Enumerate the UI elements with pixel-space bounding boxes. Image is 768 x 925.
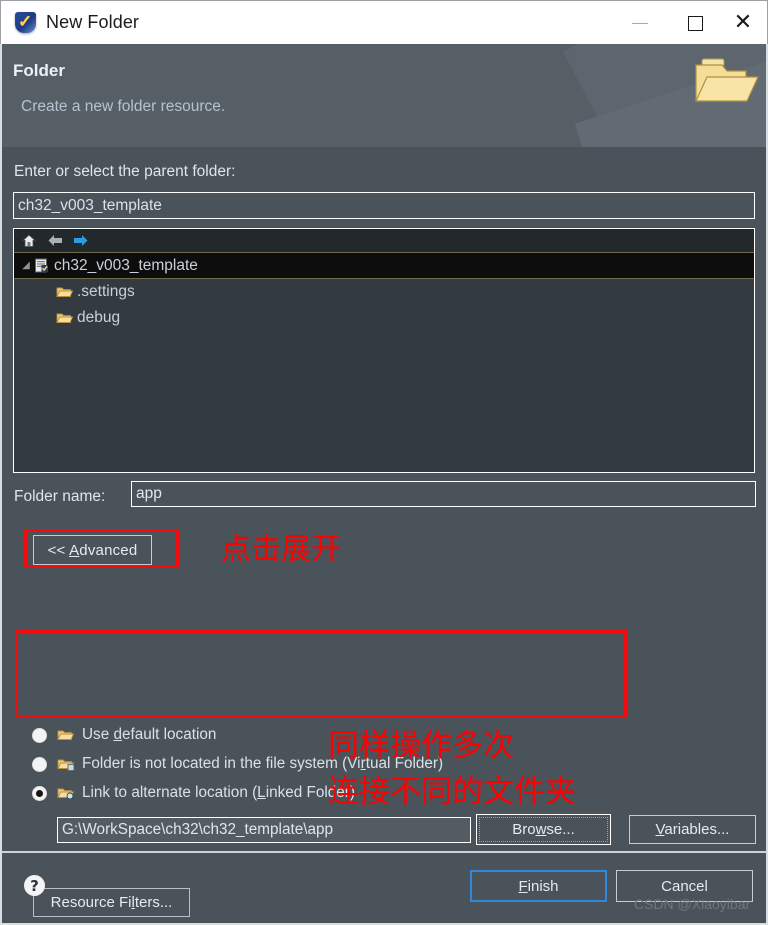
- window-title: New Folder: [46, 12, 140, 32]
- chevron-down-icon[interactable]: ◢: [18, 260, 34, 271]
- link-location-value: G:\WorkSpace\ch32\ch32_template\app: [62, 821, 333, 838]
- browse-button[interactable]: Browse...: [476, 814, 611, 845]
- help-icon[interactable]: ?: [24, 875, 45, 896]
- browse-label-post: se...: [546, 821, 575, 838]
- resource-filters-button[interactable]: Resource Filters...: [33, 888, 190, 917]
- maximize-button[interactable]: [671, 1, 719, 45]
- folder-icon: [57, 730, 75, 740]
- window-controls: ✕: [609, 1, 767, 44]
- folder-name-input[interactable]: app: [131, 481, 756, 507]
- folder-icon: [56, 287, 73, 297]
- tree-item-label: debug: [77, 309, 121, 326]
- cancel-label: Cancel: [661, 877, 708, 895]
- annotation-box-linked-folder: [15, 630, 627, 718]
- option-label-pre: Folder is not located in the file system…: [82, 755, 361, 772]
- variables-label-post: ariables...: [664, 821, 730, 838]
- virtual-folder-icon: [57, 759, 75, 771]
- radio-indicator[interactable]: [32, 727, 47, 743]
- option-label-mnemonic: d: [113, 726, 122, 743]
- annotation-click-expand: 点击展开: [221, 532, 341, 567]
- back-arrow-icon[interactable]: [46, 233, 64, 249]
- resfilters-label-post: ters...: [134, 894, 173, 911]
- open-folder-icon: [695, 58, 759, 102]
- parent-folder-value: ch32_v003_template: [18, 196, 162, 214]
- variables-button[interactable]: Variables...: [629, 815, 756, 844]
- annotation-box-advanced: [24, 529, 179, 568]
- minimize-button[interactable]: [609, 1, 671, 45]
- option-label-pre: Use: [82, 726, 114, 743]
- tree-item-debug[interactable]: debug: [14, 305, 754, 331]
- finish-button[interactable]: Finish: [470, 870, 607, 902]
- tree-item-settings[interactable]: .settings: [14, 279, 754, 305]
- annotation-repeat-operation: 同样操作多次: [328, 728, 514, 764]
- header-title: Folder: [13, 61, 65, 80]
- finish-label-post: inish: [527, 877, 559, 895]
- browse-label-mnemonic: w: [535, 821, 547, 838]
- annotation-link-different-folders: 连接不同的文件夹: [328, 774, 576, 810]
- resfilters-label-pre: Resource Fi: [50, 894, 132, 911]
- footer-separator: [2, 851, 766, 853]
- close-button[interactable]: ✕: [719, 1, 767, 45]
- radio-use-default-location[interactable]: Use default location: [32, 724, 216, 746]
- option-label-post: efault location: [121, 726, 217, 743]
- option-label-mnemonic: L: [257, 784, 266, 801]
- header-subtitle: Create a new folder resource.: [21, 98, 226, 115]
- parent-folder-input[interactable]: ch32_v003_template: [13, 192, 755, 219]
- browse-label-pre: Bro: [512, 821, 536, 838]
- linked-folder-icon: [57, 788, 75, 800]
- folder-tree-panel[interactable]: ◢ ch32_v003_template .settings debug: [13, 228, 755, 473]
- radio-indicator[interactable]: [32, 756, 47, 772]
- option-label-pre: Link to alternate location (: [82, 784, 258, 801]
- new-folder-dialog: ✓ New Folder ✕ Folder Create a new folde…: [0, 0, 768, 925]
- mounriver-shield-icon: ✓: [14, 11, 38, 35]
- tree-item-label: .settings: [77, 283, 135, 300]
- link-location-input[interactable]: G:\WorkSpace\ch32\ch32_template\app: [57, 817, 471, 843]
- dialog-header: Folder Create a new folder resource.: [2, 44, 766, 147]
- radio-linked-folder[interactable]: Link to alternate location (Linked Folde…: [32, 782, 355, 804]
- home-icon[interactable]: [20, 233, 38, 249]
- parent-folder-label: Enter or select the parent folder:: [14, 163, 236, 180]
- project-icon: [35, 258, 48, 272]
- watermark: CSDN @Xiaoyibar: [634, 896, 751, 912]
- forward-arrow-icon[interactable]: [72, 233, 90, 249]
- tree-item-label: ch32_v003_template: [54, 256, 198, 274]
- folder-name-value: app: [136, 485, 162, 502]
- folder-name-label: Folder name:: [14, 488, 106, 505]
- finish-label-mnemonic: F: [518, 877, 528, 895]
- radio-indicator[interactable]: [32, 785, 47, 801]
- title-bar: ✓ New Folder ✕: [0, 0, 768, 44]
- tree-toolbar: [14, 229, 754, 252]
- folder-icon: [56, 313, 73, 323]
- tree-item-project[interactable]: ◢ ch32_v003_template: [14, 252, 754, 279]
